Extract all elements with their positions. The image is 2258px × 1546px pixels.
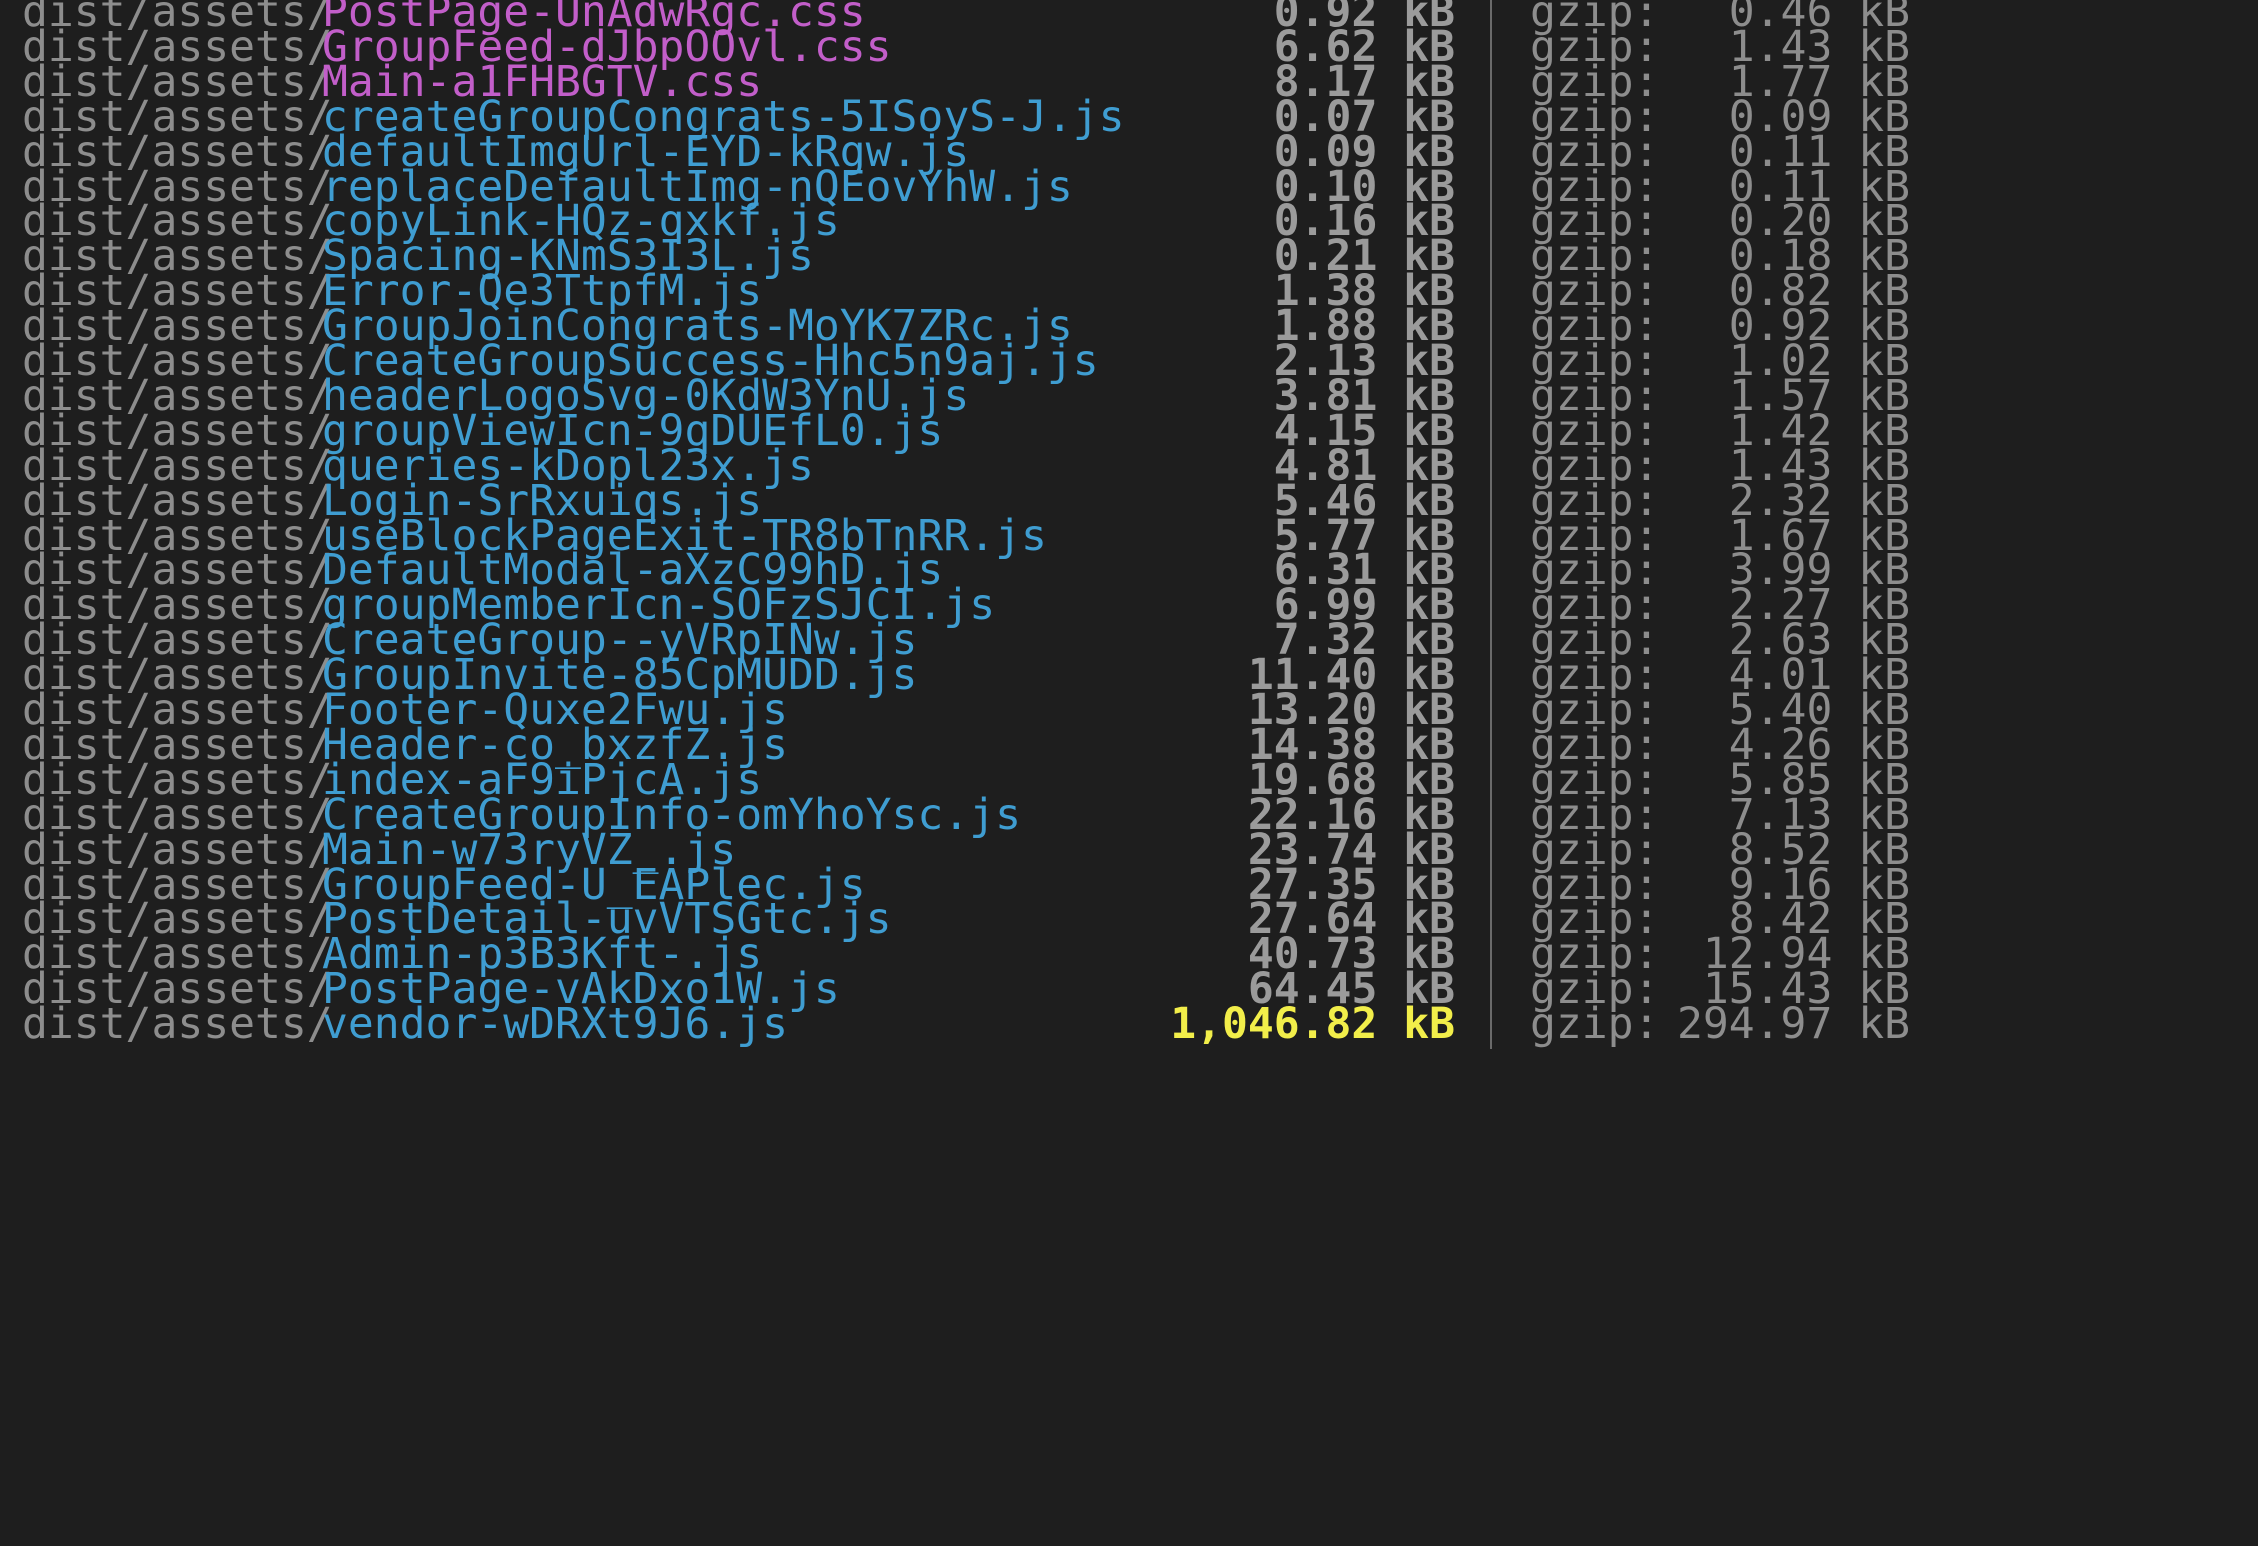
asset-file-name: vendor-wDRXt9J6.js [322,999,788,1050]
column-separator [1490,1005,1492,1050]
path-prefix: dist/assets/ [22,999,333,1050]
gzip-label: gzip: [1530,999,1660,1050]
terminal-output: dist/assets/PostPage-UnAdwRgc.css 0.92 kB… [0,0,2258,1546]
gzip-size: 294.97 kB [1677,999,1910,1050]
build-output-row: dist/assets/vendor-wDRXt9J6.js 1,046.82 k… [0,999,2258,1050]
asset-size-warning: 1,046.82 kB [1170,999,1455,1050]
